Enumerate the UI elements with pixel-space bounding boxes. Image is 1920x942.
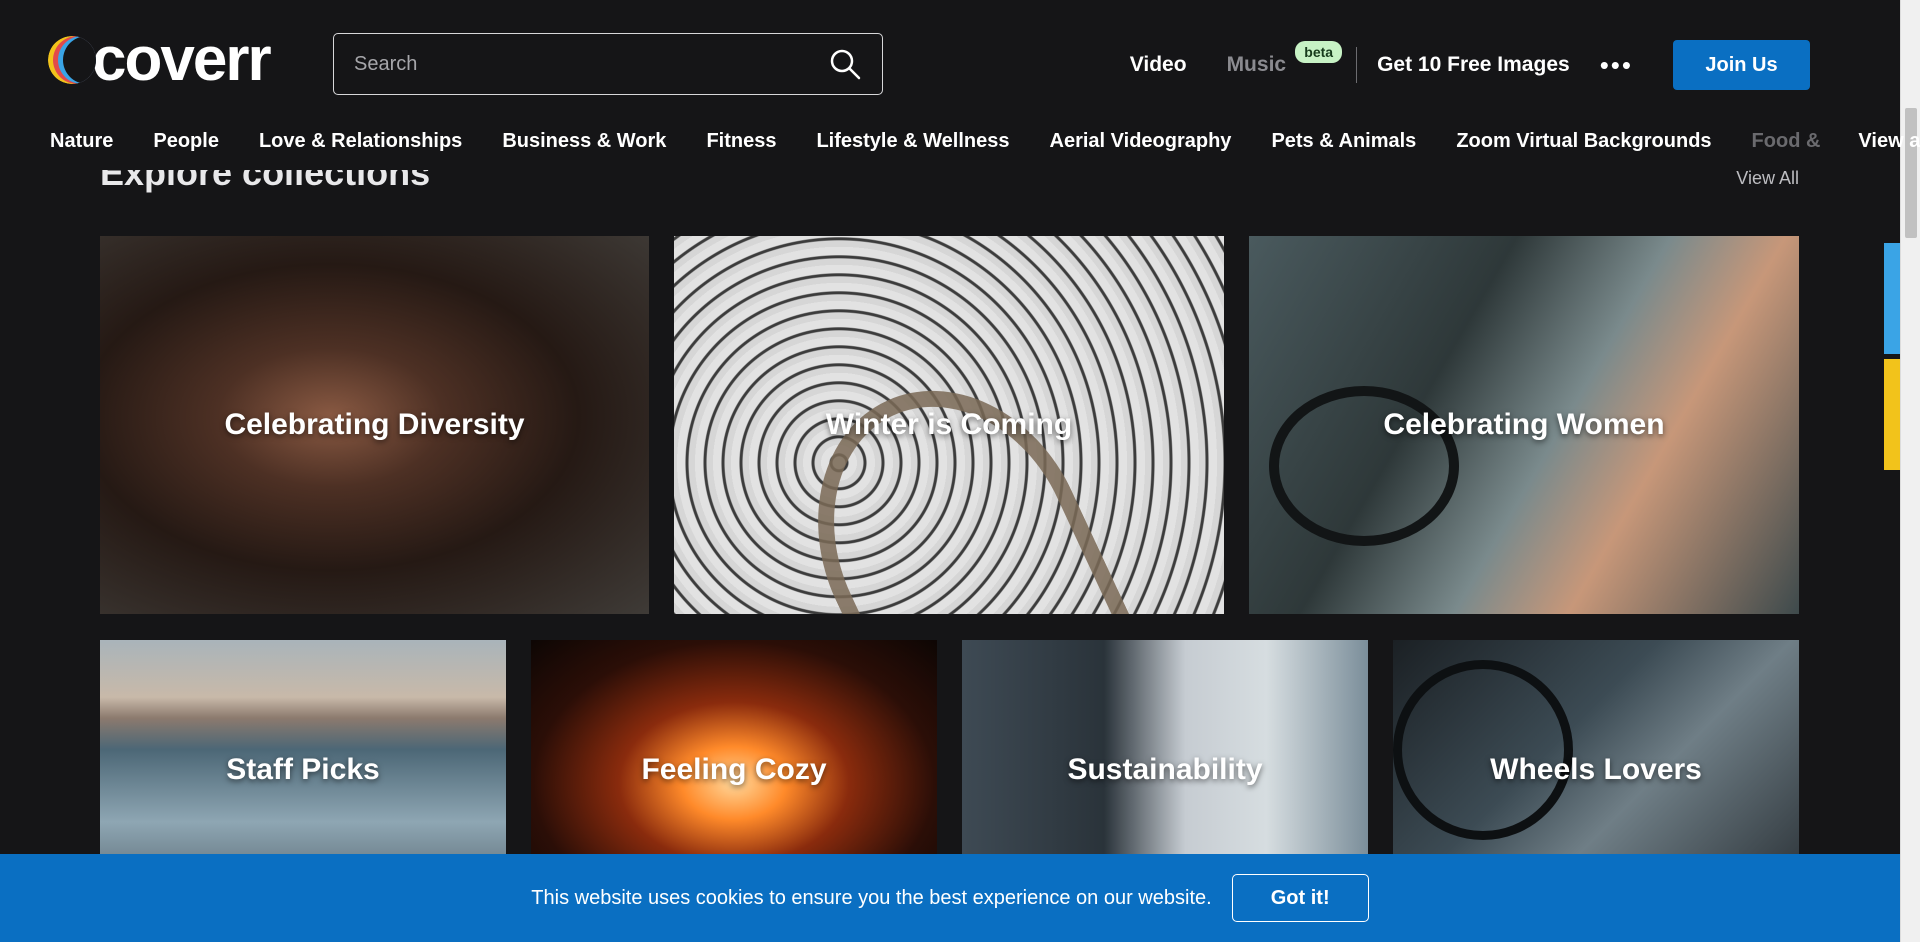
category-food[interactable]: Food & xyxy=(1752,130,1821,153)
collection-card-celebrating-diversity[interactable]: Celebrating Diversity xyxy=(100,236,649,614)
collection-card-celebrating-women[interactable]: Celebrating Women xyxy=(1249,236,1799,614)
side-tab-blue[interactable] xyxy=(1884,243,1900,354)
collection-label: Winter is Coming xyxy=(825,408,1073,441)
category-nav: Nature People Love & Relationships Busin… xyxy=(50,124,1920,158)
nav-divider xyxy=(1356,47,1358,83)
category-love-relationships[interactable]: Love & Relationships xyxy=(259,130,462,153)
more-menu-icon[interactable]: ••• xyxy=(1600,50,1633,81)
steering-wheel-graphic xyxy=(1393,660,1573,840)
collection-label: Celebrating Women xyxy=(1383,408,1665,441)
collection-card-winter-is-coming[interactable]: Winter is Coming xyxy=(674,236,1224,614)
collection-label: Feeling Cozy xyxy=(641,753,827,786)
nav-music[interactable]: Music beta xyxy=(1226,41,1343,77)
nav-free-images[interactable]: Get 10 Free Images xyxy=(1377,53,1570,77)
cookie-banner: This website uses cookies to ensure you … xyxy=(0,854,1900,942)
search-box[interactable] xyxy=(333,33,883,95)
search-input[interactable] xyxy=(354,52,828,76)
category-pets-animals[interactable]: Pets & Animals xyxy=(1271,130,1416,153)
coverr-logo[interactable]: coverr xyxy=(48,25,272,94)
logo-text: coverr xyxy=(92,25,272,94)
search-icon[interactable] xyxy=(828,47,862,81)
category-nature[interactable]: Nature xyxy=(50,130,113,153)
side-tab-yellow[interactable] xyxy=(1884,359,1900,470)
collection-label: Sustainability xyxy=(1067,753,1263,786)
category-aerial-videography[interactable]: Aerial Videography xyxy=(1050,130,1232,153)
cookie-accept-button[interactable]: Got it! xyxy=(1231,874,1369,922)
category-business-work[interactable]: Business & Work xyxy=(502,130,666,153)
scrollbar-thumb[interactable] xyxy=(1905,108,1917,238)
category-zoom-backgrounds[interactable]: Zoom Virtual Backgrounds xyxy=(1456,130,1711,153)
top-nav: Video Music beta Get 10 Free Images ••• … xyxy=(1130,40,1810,90)
join-us-button[interactable]: Join Us xyxy=(1673,40,1810,90)
beta-badge: beta xyxy=(1295,41,1343,63)
collection-label: Wheels Lovers xyxy=(1490,753,1702,786)
site-header: coverr Video Music beta Get 10 Free Imag… xyxy=(0,0,1920,170)
category-view-all[interactable]: View all xyxy=(1858,130,1920,153)
category-fitness[interactable]: Fitness xyxy=(706,130,776,153)
logo-rainbow-mark xyxy=(48,36,96,84)
collection-label: Celebrating Diversity xyxy=(224,408,525,441)
collection-label: Staff Picks xyxy=(226,753,380,786)
cookie-message: This website uses cookies to ensure you … xyxy=(531,886,1212,909)
road-graphic xyxy=(768,346,1140,614)
view-all-collections-link[interactable]: View All xyxy=(1736,168,1799,189)
category-people[interactable]: People xyxy=(153,130,219,153)
category-lifestyle-wellness[interactable]: Lifestyle & Wellness xyxy=(816,130,1009,153)
nav-video[interactable]: Video xyxy=(1130,53,1187,77)
nav-music-label: Music xyxy=(1226,53,1287,76)
